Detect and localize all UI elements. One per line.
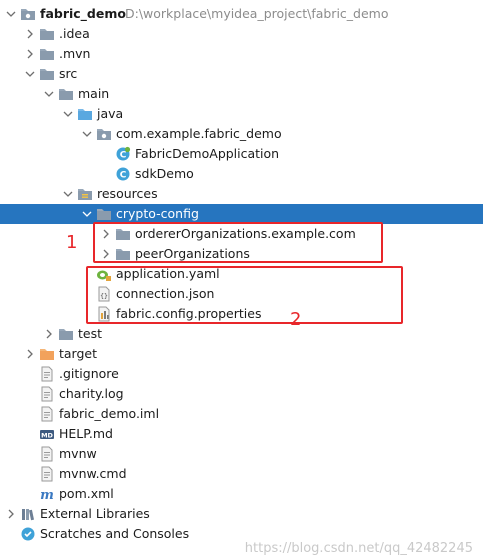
folder-java[interactable]: java xyxy=(0,104,483,124)
chevron-down-icon[interactable] xyxy=(80,124,94,144)
annotation-box-1 xyxy=(93,222,383,263)
text-file-icon xyxy=(39,366,55,382)
resources-folder-icon xyxy=(77,186,93,202)
chevron-down-icon[interactable] xyxy=(42,84,56,104)
chevron-right-icon[interactable] xyxy=(23,344,37,364)
class-FabricDemoApplication[interactable]: C FabricDemoApplication xyxy=(0,144,483,164)
project-path: D:\workplace\myidea_project\fabric_demo xyxy=(125,6,389,21)
folder-resources[interactable]: resources xyxy=(0,184,483,204)
tree-item-label: target xyxy=(59,346,98,361)
chevron-down-icon[interactable] xyxy=(61,184,75,204)
file-gitignore[interactable]: .gitignore xyxy=(0,364,483,384)
tree-item-label: FabricDemoApplication xyxy=(135,146,280,161)
tree-item-label: com.example.fabric_demo xyxy=(116,126,282,141)
text-file-icon xyxy=(39,446,55,462)
package-com-example-fabric_demo[interactable]: com.example.fabric_demo xyxy=(0,124,483,144)
source-folder-icon xyxy=(77,106,93,122)
folder-src[interactable]: src xyxy=(0,64,483,84)
file-charity-log[interactable]: charity.log xyxy=(0,384,483,404)
folder-icon xyxy=(39,46,55,62)
chevron-right-icon[interactable] xyxy=(23,24,37,44)
scratches-icon xyxy=(20,526,36,542)
class-sdkDemo[interactable]: CsdkDemo xyxy=(0,164,483,184)
tree-item-label: .gitignore xyxy=(59,366,119,381)
tree-item-label: crypto-config xyxy=(116,206,199,221)
folder-main[interactable]: main xyxy=(0,84,483,104)
folder-module-icon xyxy=(20,6,36,22)
svg-text:m: m xyxy=(40,488,54,502)
tree-item-label: fabric_demo xyxy=(40,6,126,21)
spring-class-icon: C xyxy=(115,146,131,162)
svg-text:MD: MD xyxy=(41,431,53,439)
watermark: https://blog.csdn.net/qq_42482245 xyxy=(244,541,473,556)
external-libraries[interactable]: External Libraries xyxy=(0,504,483,524)
maven-icon: m xyxy=(39,486,55,502)
class-icon: C xyxy=(115,166,131,182)
folder-icon xyxy=(58,86,74,102)
folder-crypto-config[interactable]: crypto-config xyxy=(0,204,483,224)
tree-item-label: mvnw.cmd xyxy=(59,466,127,481)
tree-item-label: charity.log xyxy=(59,386,124,401)
folder-icon xyxy=(58,326,74,342)
tree-item-label: External Libraries xyxy=(40,506,150,521)
chevron-right-icon[interactable] xyxy=(42,324,56,344)
folder-target[interactable]: target xyxy=(0,344,483,364)
tree-item-label: java xyxy=(97,106,124,121)
markdown-file-icon: MD xyxy=(39,426,55,442)
folder-icon xyxy=(96,206,112,222)
folder-idea[interactable]: .idea xyxy=(0,24,483,44)
tree-item-label: .mvn xyxy=(59,46,91,61)
tree-item-label: main xyxy=(78,86,110,101)
tree-item-label: mvnw xyxy=(59,446,97,461)
file-HELP-md[interactable]: MD HELP.md xyxy=(0,424,483,444)
tree-item-label: .idea xyxy=(59,26,90,41)
chevron-right-icon[interactable] xyxy=(4,504,18,524)
excluded-folder-icon xyxy=(39,346,55,362)
file-pom-xml[interactable]: m pom.xml xyxy=(0,484,483,504)
text-file-icon xyxy=(39,466,55,482)
text-file-icon xyxy=(39,386,55,402)
file-mvnw-cmd[interactable]: mvnw.cmd xyxy=(0,464,483,484)
iml-file-icon xyxy=(39,406,55,422)
libraries-icon xyxy=(20,506,36,522)
chevron-down-icon[interactable] xyxy=(23,64,37,84)
file-mvnw[interactable]: mvnw xyxy=(0,444,483,464)
folder-test[interactable]: test xyxy=(0,324,483,344)
folder-icon xyxy=(39,66,55,82)
project-root-fabric_demo[interactable]: fabric_demo D:\workplace\myidea_project\f… xyxy=(0,4,483,24)
annotation-1: 1 xyxy=(66,232,78,253)
tree-item-label: src xyxy=(59,66,78,81)
file-fabric_demo-iml[interactable]: fabric_demo.iml xyxy=(0,404,483,424)
chevron-down-icon[interactable] xyxy=(80,204,94,224)
tree-item-label: resources xyxy=(97,186,158,201)
annotation-2: 2 xyxy=(290,309,302,330)
tree-item-label: HELP.md xyxy=(59,426,113,441)
svg-text:C: C xyxy=(120,151,127,161)
package-icon xyxy=(96,126,112,142)
tree-item-label: pom.xml xyxy=(59,486,114,501)
chevron-right-icon[interactable] xyxy=(23,44,37,64)
folder-icon xyxy=(39,26,55,42)
tree-item-label: test xyxy=(78,326,103,341)
folder-mvn[interactable]: .mvn xyxy=(0,44,483,64)
chevron-down-icon[interactable] xyxy=(4,4,18,24)
svg-text:C: C xyxy=(120,171,127,181)
chevron-down-icon[interactable] xyxy=(61,104,75,124)
annotation-box-2 xyxy=(86,266,403,324)
tree-item-label: sdkDemo xyxy=(135,166,194,181)
tree-item-label: Scratches and Consoles xyxy=(40,526,190,541)
tree-item-label: fabric_demo.iml xyxy=(59,406,160,421)
